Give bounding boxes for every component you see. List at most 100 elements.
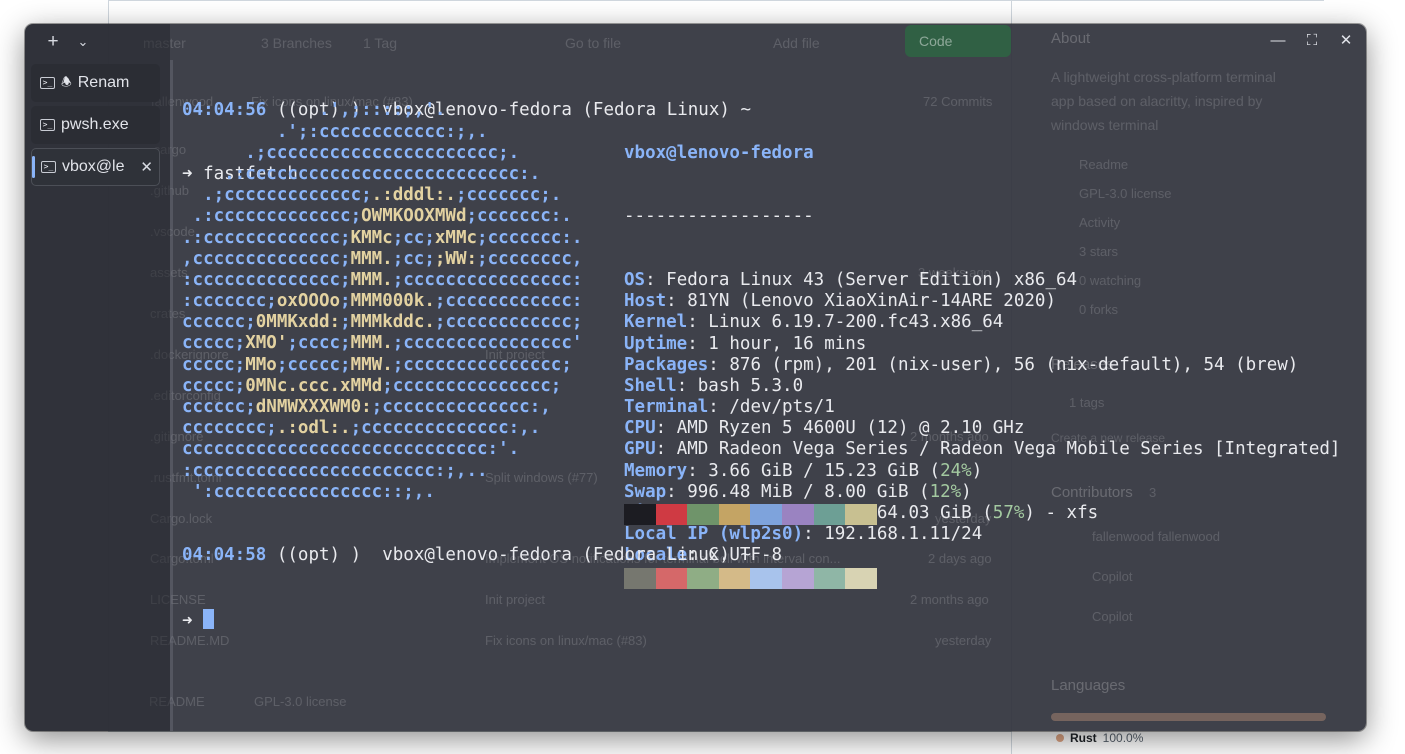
info-key: OS [624,269,646,290]
logo-line: ccccc;0MNc.ccc.xMMd;ccccccccccccccc; [182,375,562,396]
palette-swatch [813,504,846,526]
ghost-goto-file: Go to file [565,35,622,51]
prompt-host: vbox@lenovo-fedora (Fedora Linux) ~ [382,545,751,566]
info-key: Host [624,291,667,312]
info-percent: 24% [940,460,972,481]
ghost-branches: 3 Branches [261,35,332,51]
info-row: Kernel: Linux 6.19.7-200.fc43.x86_64 [624,312,1004,333]
logo-line: ,cccccccccccccc;MMM.;cc;;WW:;cccccccc, [182,248,583,269]
language-percent: 100.0% [1102,731,1144,745]
ghost-code-button: Code [905,25,1011,57]
logo-line: .';:cccccccccccc:;,. [182,121,488,142]
info-value: Fedora Linux 43 (Server Edition) x86_64 [666,269,1078,290]
close-tab-icon[interactable]: ✕ [140,158,153,176]
info-value: AMD Ryzen 5 4600U (12) @ 2.10 GHz [676,418,1025,439]
palette-swatch [750,567,782,589]
palette-swatch [750,504,782,526]
info-key: CPU [624,418,656,439]
ghost-add-file: Add file [773,35,820,51]
close-window-button[interactable]: ✕ [1332,30,1360,52]
bell-icon: 🕭 [61,74,72,89]
palette-swatch [813,567,846,589]
info-value: Linux 6.19.7-200.fc43.x86_64 [708,312,1004,333]
logo-line: cccccccc;.:odl:.;cccccccccccccc:,. [182,418,541,439]
info-row: Shell: bash 5.3.0 [624,375,804,396]
prompt-block-2: 04:04:58 ((opt) ) vbox@lenovo-fedora (Fe… [182,503,751,673]
info-key: Uptime [624,333,688,354]
info-row: CPU: AMD Ryzen 5 4600U (12) @ 2.10 GHz [624,418,1025,439]
palette-swatch [781,567,814,589]
tab-pwsh[interactable]: >_ pwsh.exe [31,106,160,144]
fedora-ascii-logo: .',;::::;,'. .';:cccccccccccc:;,. .;cccc… [182,100,582,503]
palette-swatch [781,504,814,526]
info-percent: 57% [992,503,1025,524]
info-row: OS: Fedora Linux 43 (Server Edition) x86… [624,269,1078,290]
logo-line: .;cccccccccccccccccccccc;. [182,142,520,163]
terminal-icon: >_ [40,77,55,89]
logo-line: ccccc;MMo;ccccc;MMW.;ccccccccccccccc; [182,354,572,375]
info-value: 1 hour, 16 mins [708,333,867,354]
language-name: Rust [1070,731,1097,745]
tab-toolbar: + ⌄ [45,32,91,52]
logo-line: ':cccccccccccccccc::;,. [182,481,435,502]
tab-label: pwsh.exe [61,116,129,133]
logo-line: .',;::::;,'. [182,100,446,121]
info-row: Uptime: 1 hour, 16 mins [624,333,867,354]
info-row: Host: 81YN (Lenovo XiaoXinAir-14ARE 2020… [624,291,1056,312]
tab-rename[interactable]: >_ 🕭 Renam [31,64,160,102]
logo-line: :cccccccccccccc;MMM.;cccccccccccccccc: [182,269,583,290]
info-key: GPU [624,439,656,460]
info-separator: ------------------ [624,206,814,227]
minimize-button[interactable]: — [1264,30,1292,52]
terminal-icon: >_ [41,161,56,173]
page-bottom-bar [108,731,1011,754]
palette-swatch [845,567,877,589]
prompt-time: 04:04:58 [182,545,267,566]
info-value: AMD Radeon Vega Series / Radeon Vega Mob… [676,439,1341,460]
tab-sidebar: + ⌄ >_ 🕭 Renam >_ pwsh.exe >_ vbox@le ✕ [25,24,170,731]
info-row: Packages: 876 (rpm), 201 (nix-user), 56 … [624,354,1299,375]
info-value: 876 (rpm), 201 (nix-user), 56 (nix-defau… [729,354,1299,375]
info-row: Terminal: /dev/pts/1 [624,397,835,418]
info-key: Packages [624,354,709,375]
new-tab-button[interactable]: + [45,32,61,52]
logo-line: .:ccccccccccccc;KMMc;cc;xMMc;ccccccc:. [182,227,583,248]
logo-line: :ccccccc;oxOOOo;MMM000k.;cccccccccccc: [182,291,583,312]
terminal-window[interactable]: master 3 Branches 1 Tag Go to file Add f… [25,24,1366,731]
terminal-output[interactable]: 04:04:56 ((opt) ) vbox@lenovo-fedora (Fe… [182,58,1366,731]
info-key: Terminal [624,397,709,418]
page-top-border [108,0,1324,1]
logo-line: .:ccccccccccccc;OWMKOOXMWd;ccccccc:. [182,206,572,227]
info-value: 81YN (Lenovo XiaoXinAir-14ARE 2020) [687,291,1056,312]
terminal-icon: >_ [40,119,55,131]
window-controls: — ⛶ ✕ [1264,30,1360,52]
tab-label: Renam [77,74,130,91]
input-line[interactable]: ➜ [182,609,751,631]
ghost-tags: 1 Tag [363,35,397,51]
palette-swatch [845,504,877,526]
info-key: Shell [624,375,677,396]
chevron-down-icon[interactable]: ⌄ [75,32,91,52]
prompt-line-2: 04:04:58 ((opt) ) vbox@lenovo-fedora (Fe… [182,545,751,566]
rust-color-dot [1056,734,1064,742]
language-item-rust[interactable]: Rust 100.0% [1056,731,1143,745]
info-value: /dev/pts/1 [729,397,835,418]
maximize-button[interactable]: ⛶ [1298,30,1326,52]
tab-vbox[interactable]: >_ vbox@le ✕ [31,148,160,186]
info-key: Kernel [624,312,688,333]
info-title: vbox@lenovo-fedora [624,142,814,163]
prompt-env: ((opt) ) [276,545,362,566]
text-cursor [203,609,215,629]
prompt-arrow-icon: ➜ [182,611,193,631]
logo-line: ccccccccccccccccccccccccccccc:'. [182,439,520,460]
logo-line: cccccc;dNMWXXXWM0:;cccccccccccccc:, [182,397,551,418]
info-percent: 12% [929,481,962,502]
tab-label: vbox@le [62,158,125,175]
info-row: GPU: AMD Radeon Vega Series / Radeon Veg… [624,439,1341,460]
logo-line: ccccc;XMO';cccc;MMM.;cccccccccccccccc' [182,333,583,354]
info-value: bash 5.3.0 [697,375,804,396]
sidebar-divider[interactable] [170,60,173,731]
logo-line: :ccccccccccccccccccccccc:;,.. [182,460,488,481]
logo-line: .:cccccccccccccccccccccccccc:. [182,163,541,184]
ghost-about: About [1051,30,1091,47]
